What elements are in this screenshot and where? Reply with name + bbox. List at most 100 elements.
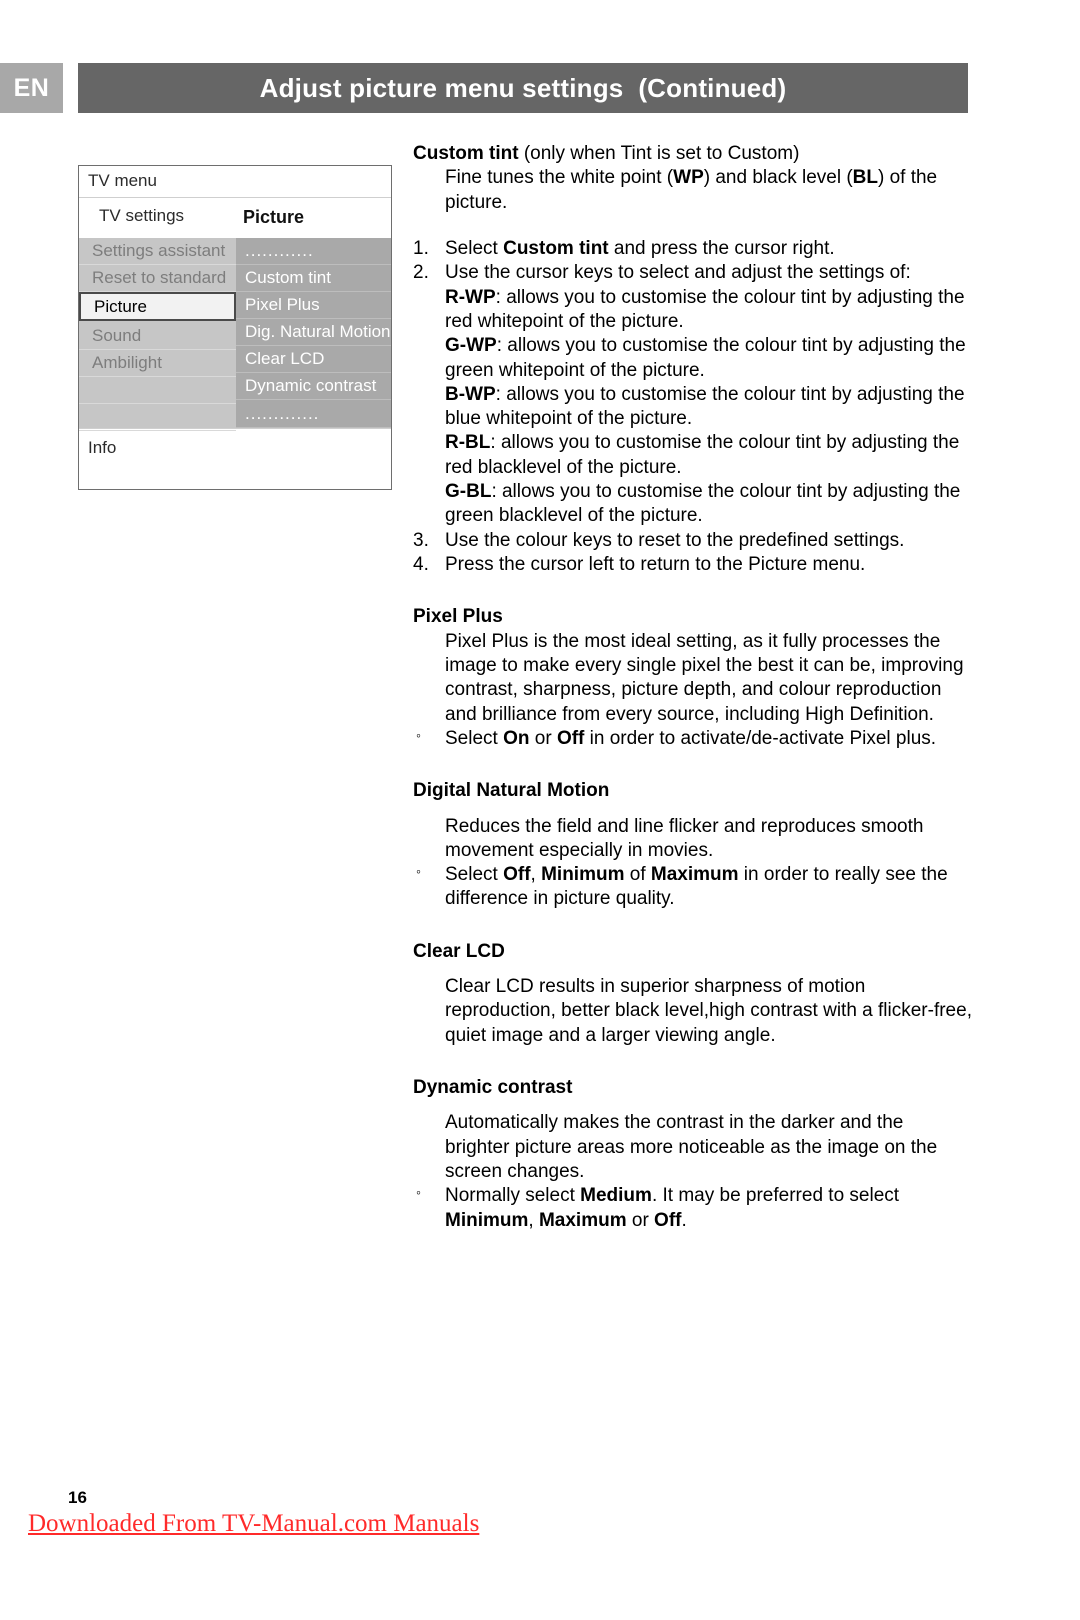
menu-item-ambilight[interactable]: Ambilight bbox=[79, 350, 236, 377]
dnm-bullet-a: Select bbox=[445, 864, 504, 886]
header-title-bar: Adjust picture menu settings (Continued) bbox=[78, 63, 968, 113]
submenu-item-dots-top: ............ bbox=[236, 238, 391, 265]
menu-item-picture[interactable]: Picture bbox=[79, 292, 236, 321]
definition-g-bl-term: G-BL bbox=[445, 481, 492, 503]
step-3-text: Use the colour keys to reset to the pred… bbox=[445, 529, 905, 551]
definition-g-wp-term: G-WP bbox=[445, 335, 497, 357]
definition-r-wp-desc: : allows you to customise the colour tin… bbox=[445, 286, 965, 332]
submenu-item-custom-tint[interactable]: Custom tint bbox=[236, 265, 391, 292]
custom-tint-bl-abbr: BL bbox=[852, 167, 878, 189]
step-1-text-a: Select bbox=[445, 237, 504, 259]
definition-b-wp-desc: : allows you to customise the colour tin… bbox=[445, 383, 965, 430]
dc-bullet-c: , bbox=[528, 1209, 539, 1231]
definition-g-wp: G-WP: allows you to customise the colour… bbox=[445, 334, 973, 383]
dynamic-contrast-body: Automatically makes the contrast in the … bbox=[445, 1112, 938, 1182]
dc-bullet-d: or bbox=[626, 1209, 655, 1231]
dnm-maximum-option: Maximum bbox=[650, 864, 739, 886]
tv-settings-label: TV settings bbox=[99, 206, 185, 225]
page-header: EN Adjust picture menu settings (Continu… bbox=[0, 63, 1080, 113]
menu-item-sound[interactable]: Sound bbox=[79, 323, 236, 350]
dc-bullet-e: . bbox=[681, 1209, 687, 1231]
dc-bullet-b: . It may be preferred to select bbox=[651, 1185, 900, 1207]
pixel-plus-bullet-c: in order to activate/de-activate Pixel p… bbox=[584, 727, 937, 749]
submenu-item-clear-lcd[interactable]: Clear LCD bbox=[236, 346, 391, 373]
custom-tint-step-2: 2. Use the cursor keys to select and adju… bbox=[413, 261, 973, 528]
step-4-text: Press the cursor left to return to the P… bbox=[445, 554, 866, 575]
section-heading-clear-lcd: Clear LCD bbox=[413, 940, 505, 962]
definition-b-wp: B-WP: allows you to customise the colour… bbox=[445, 383, 973, 432]
step-3-number: 3. bbox=[413, 529, 429, 551]
section-heading-digital-natural-motion: Digital Natural Motion bbox=[413, 780, 610, 802]
submenu-item-dynamic-contrast[interactable]: Dynamic contrast bbox=[236, 373, 391, 400]
tv-menu-screenshot: TV menu TV settings Picture Settings ass… bbox=[78, 165, 392, 490]
pixel-plus-bullet-b: or bbox=[529, 727, 557, 749]
custom-tint-step-4: 4. Press the cursor left to return to the… bbox=[413, 553, 973, 577]
pixel-plus-on-option: On bbox=[503, 727, 530, 749]
step-2-text: Use the cursor keys to select and adjust… bbox=[445, 262, 911, 284]
digital-natural-motion-bullet: ◦ Select Off, Minimum of Maximum in order… bbox=[413, 863, 973, 912]
dc-maximum-option: Maximum bbox=[538, 1209, 627, 1231]
pixel-plus-body: Pixel Plus is the most ideal setting, as… bbox=[445, 630, 964, 725]
tv-menu-left-column: Settings assistant Reset to standard Pic… bbox=[79, 238, 236, 431]
dnm-bullet-c: of bbox=[624, 864, 651, 886]
tv-settings-row: TV settings Picture bbox=[79, 198, 391, 236]
definition-g-bl-desc: : allows you to customise the colour tin… bbox=[445, 481, 961, 527]
tv-menu-divider bbox=[79, 428, 391, 429]
custom-tint-step-1: 1. Select Custom tint and press the curso… bbox=[413, 237, 973, 261]
custom-tint-intro-part1: Fine tunes the white point ( bbox=[445, 167, 674, 189]
step-1-text-c: and press the cursor right. bbox=[608, 237, 835, 259]
custom-tint-definitions: R-WP: allows you to customise the colour… bbox=[445, 286, 973, 529]
dc-medium-option: Medium bbox=[580, 1185, 652, 1207]
submenu-item-dig-natural-motion[interactable]: Dig. Natural Motion bbox=[236, 319, 391, 346]
page-title: Adjust picture menu settings (Continued) bbox=[259, 72, 787, 103]
dc-bullet-a: Normally select bbox=[445, 1185, 581, 1207]
bullet-circle-icon: ◦ bbox=[416, 726, 421, 743]
custom-tint-step-3: 3. Use the colour keys to reset to the pr… bbox=[413, 529, 973, 553]
tv-menu-right-column: ............ Custom tint Pixel Plus Dig.… bbox=[236, 238, 391, 428]
step-4-number: 4. bbox=[413, 554, 429, 575]
digital-natural-motion-body: Reduces the field and line flicker and r… bbox=[445, 815, 924, 861]
definition-r-bl-term: R-BL bbox=[445, 432, 491, 454]
custom-tint-heading-bold: Custom tint bbox=[413, 143, 519, 164]
section-heading-dynamic-contrast: Dynamic contrast bbox=[413, 1077, 573, 1098]
dnm-off-option: Off bbox=[503, 864, 531, 886]
definition-r-bl-desc: : allows you to customise the colour tin… bbox=[445, 432, 960, 478]
tv-menu-title-row: TV menu bbox=[79, 166, 391, 198]
clear-lcd-body: Clear LCD results in superior sharpness … bbox=[445, 976, 972, 1046]
dc-off-option: Off bbox=[654, 1209, 682, 1231]
definition-r-bl: R-BL: allows you to customise the colour… bbox=[445, 431, 973, 480]
definition-r-wp: R-WP: allows you to customise the colour… bbox=[445, 286, 973, 335]
menu-item-reset-to-standard[interactable]: Reset to standard bbox=[79, 265, 236, 292]
definition-g-wp-desc: : allows you to customise the colour tin… bbox=[445, 335, 966, 381]
custom-tint-wp-abbr: WP bbox=[673, 167, 704, 189]
pixel-plus-off-option: Off bbox=[556, 727, 585, 749]
picture-column-header: Picture bbox=[243, 207, 305, 227]
definition-b-wp-term: B-WP bbox=[445, 383, 496, 405]
step-1-text-bold: Custom tint bbox=[503, 237, 609, 259]
step-2-number: 2. bbox=[413, 262, 429, 284]
dc-minimum-option: Minimum bbox=[445, 1209, 529, 1231]
pixel-plus-bullet: ◦ Select On or Off in order to activate/d… bbox=[413, 727, 973, 751]
definition-g-bl: G-BL: allows you to customise the colour… bbox=[445, 480, 973, 529]
menu-left-spacer-2 bbox=[79, 404, 236, 431]
custom-tint-intro-part2: ) and black level ( bbox=[703, 167, 853, 189]
custom-tint-intro: Fine tunes the white point (WP) and blac… bbox=[413, 166, 973, 215]
dnm-bullet-b: , bbox=[530, 864, 542, 886]
page-number: 16 bbox=[68, 1488, 87, 1507]
custom-tint-heading-note: (only when Tint is set to Custom) bbox=[518, 143, 800, 164]
tv-menu-title: TV menu bbox=[88, 171, 157, 190]
main-content: Custom tint (only when Tint is set to Cu… bbox=[413, 142, 973, 1233]
section-heading-custom-tint: Custom tint (only when Tint is set to Cu… bbox=[413, 142, 973, 166]
pixel-plus-bullet-a: Select bbox=[445, 727, 504, 749]
custom-tint-steps: 1. Select Custom tint and press the curso… bbox=[413, 237, 973, 577]
submenu-item-pixel-plus[interactable]: Pixel Plus bbox=[236, 292, 391, 319]
download-source-note[interactable]: Downloaded From TV-Manual.com Manuals bbox=[28, 1510, 479, 1538]
submenu-item-dots-bottom: ............. bbox=[236, 401, 391, 428]
dynamic-contrast-bullet: ◦ Normally select Medium. It may be prefe… bbox=[413, 1184, 973, 1233]
bullet-circle-icon: ◦ bbox=[416, 863, 421, 880]
bullet-circle-icon: ◦ bbox=[416, 1184, 421, 1201]
language-badge: EN bbox=[0, 63, 63, 113]
menu-item-settings-assistant[interactable]: Settings assistant bbox=[79, 238, 236, 265]
menu-left-spacer-1 bbox=[79, 377, 236, 404]
step-1-number: 1. bbox=[413, 237, 429, 259]
